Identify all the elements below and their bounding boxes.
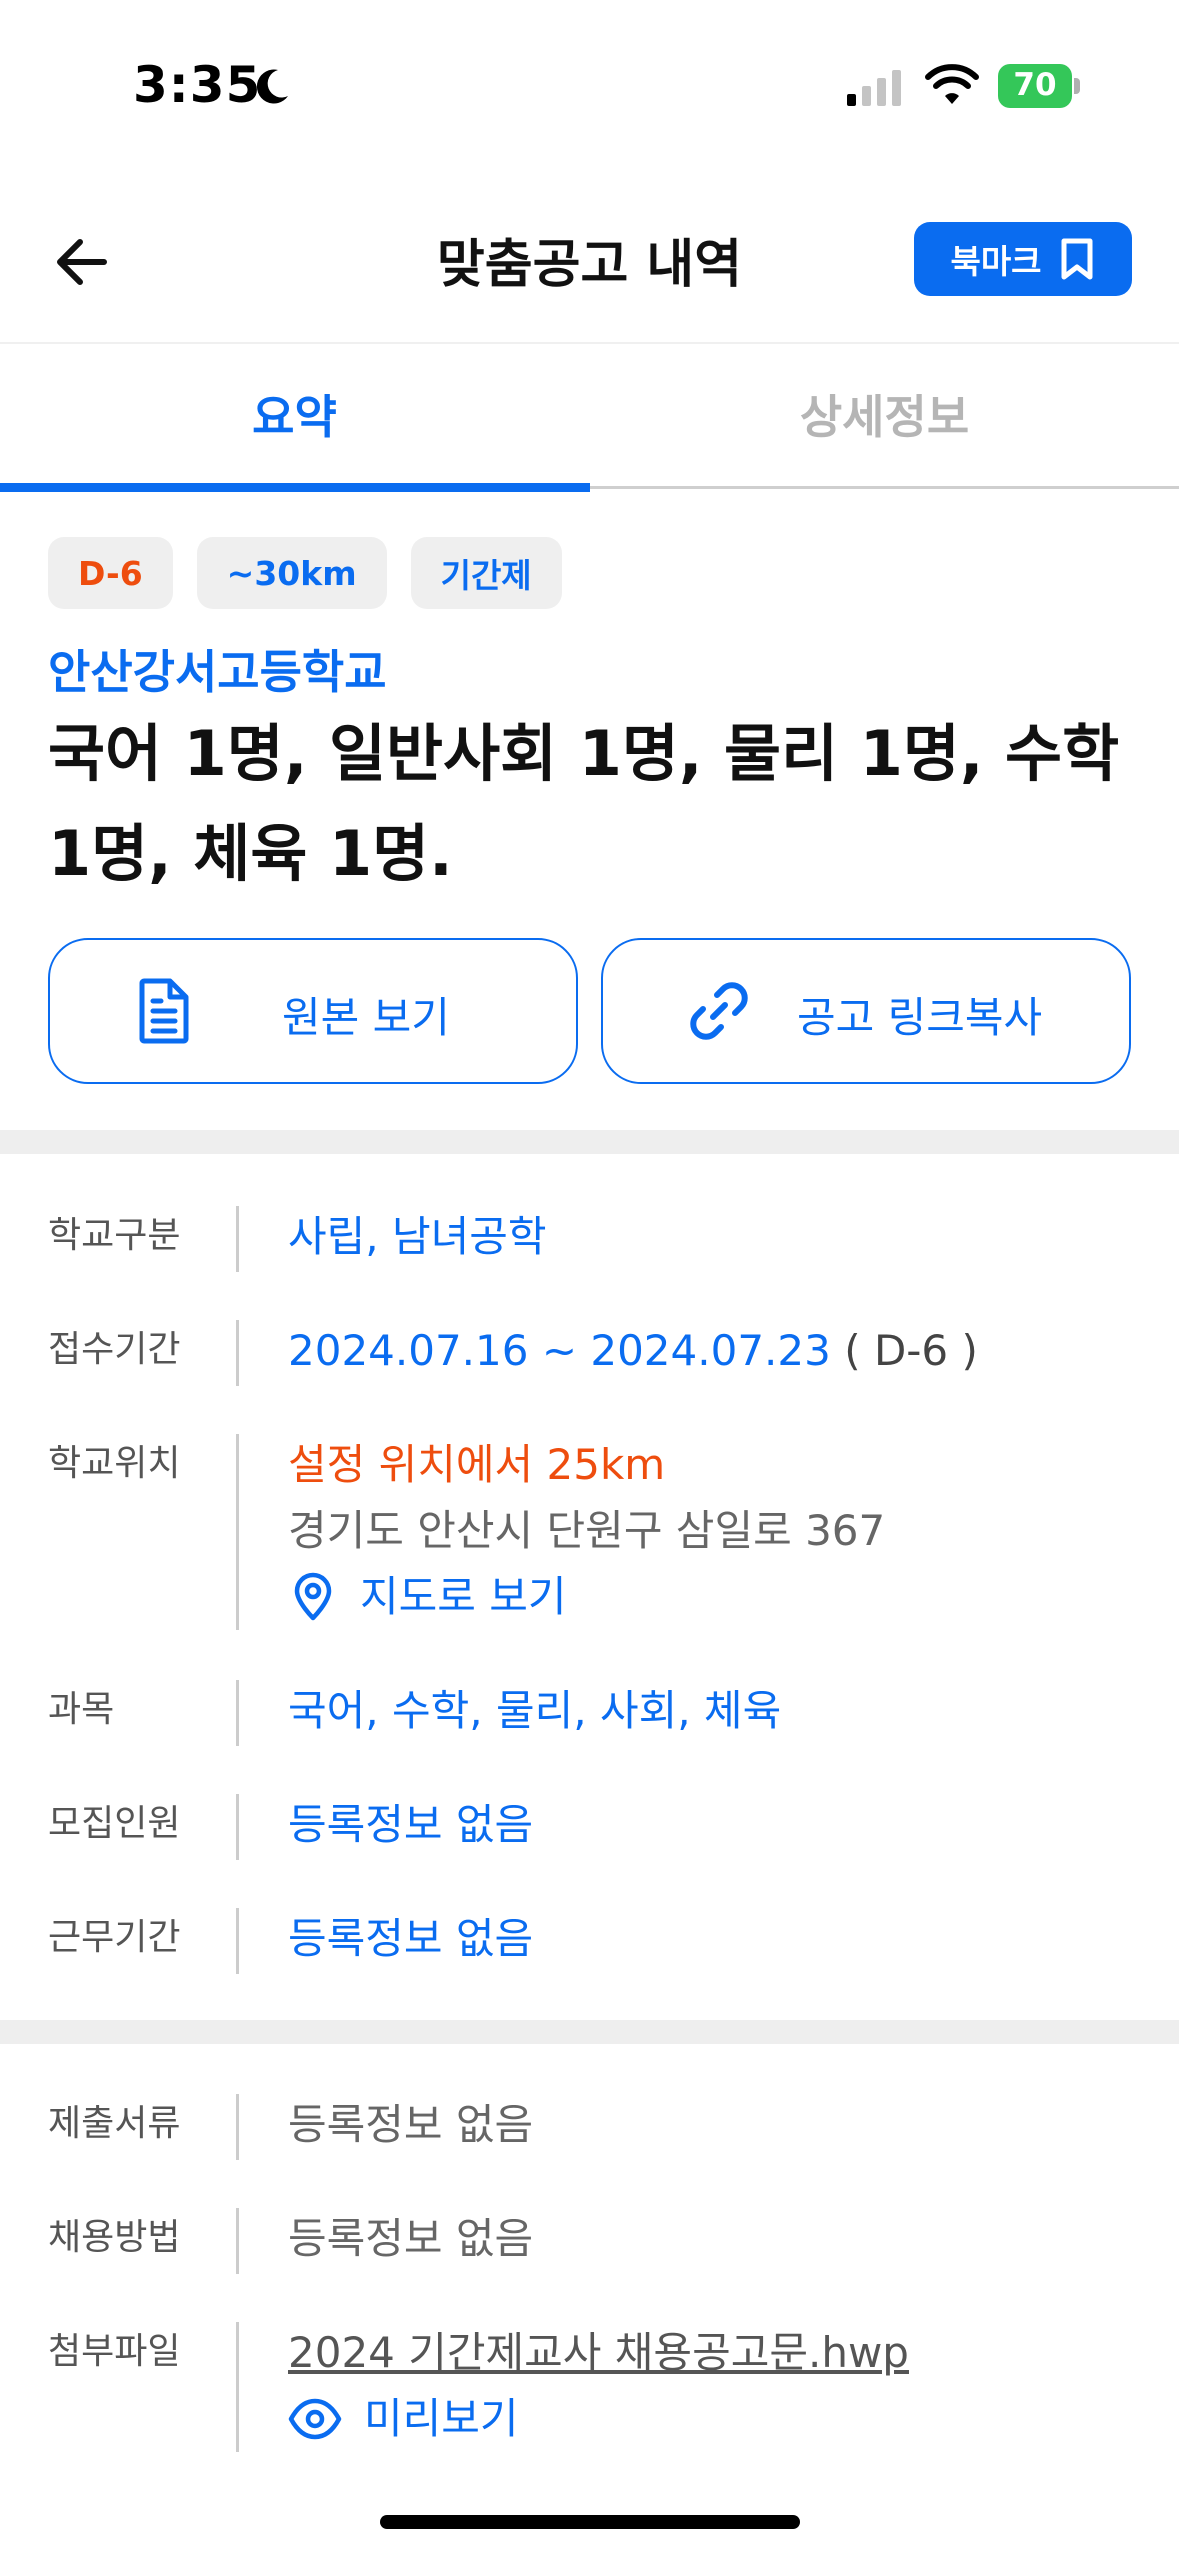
copy-link-label: 공고 링크복사 xyxy=(797,993,1043,1042)
view-map-link[interactable]: 지도로 보기 xyxy=(288,1564,885,1630)
period-value: 2024.07.16 ~ 2024.07.23 ( D-6 ) xyxy=(288,1318,978,1384)
subjects-value: 국어, 수학, 물리, 사회, 체육 xyxy=(288,1686,782,1735)
info-label: 근무기간 xyxy=(48,1917,181,1958)
eye-icon xyxy=(288,2398,342,2440)
preview-link[interactable]: 미리보기 xyxy=(288,2386,909,2452)
location-distance: 설정 위치에서 25km xyxy=(288,1440,666,1489)
documents-value: 등록정보 없음 xyxy=(288,2100,534,2149)
info-label: 접수기간 xyxy=(48,1329,181,1370)
row-separator xyxy=(236,1908,239,1974)
recruit-count-value: 등록정보 없음 xyxy=(288,1800,534,1849)
info-label: 과목 xyxy=(48,1689,115,1730)
status-bar: 3:35 70 xyxy=(0,0,1179,170)
school-type-value: 사립, 남녀공학 xyxy=(288,1212,547,1261)
job-type-badge: 기간제 xyxy=(410,537,562,609)
row-separator xyxy=(236,1206,239,1272)
bookmark-button[interactable]: 북마크 xyxy=(914,222,1132,296)
view-map-label: 지도로 보기 xyxy=(360,1572,567,1621)
distance-badge: ~30km xyxy=(196,537,387,609)
view-original-button[interactable]: 원본 보기 xyxy=(48,938,578,1084)
home-indicator[interactable] xyxy=(380,2515,800,2529)
location-value: 설정 위치에서 25km 경기도 안산시 단원구 삼일로 367 지도로 보기 xyxy=(288,1432,885,1630)
info-label: 제출서류 xyxy=(48,2103,181,2144)
period-dates: 2024.07.16 ~ 2024.07.23 xyxy=(288,1326,831,1375)
info-label: 모집인원 xyxy=(48,1803,181,1844)
bookmark-label: 북마크 xyxy=(950,242,1042,281)
battery-icon: 70 xyxy=(998,64,1080,108)
tab-bar: 요약 상세정보 xyxy=(0,344,1179,492)
section-divider xyxy=(0,1130,1179,1154)
section-divider xyxy=(0,2020,1179,2044)
row-separator xyxy=(236,2094,239,2160)
row-separator xyxy=(236,2322,239,2452)
hiring-method-value: 등록정보 없음 xyxy=(288,2214,534,2263)
row-separator xyxy=(236,1794,239,1860)
info-label: 학교위치 xyxy=(48,1443,181,1484)
wifi-icon xyxy=(925,64,979,104)
link-icon xyxy=(690,982,748,1040)
tab-detail-info[interactable]: 상세정보 xyxy=(590,344,1179,484)
work-period-value: 등록정보 없음 xyxy=(288,1914,534,1963)
active-tab-indicator xyxy=(0,483,590,492)
document-icon xyxy=(139,978,189,1044)
status-time: 3:35 xyxy=(133,56,262,114)
dday-badge: D-6 xyxy=(48,537,173,609)
row-separator xyxy=(236,1320,239,1386)
job-title: 국어 1명, 일반사회 1명, 물리 1명, 수학 1명, 체육 1명. xyxy=(48,717,1120,890)
row-separator xyxy=(236,1434,239,1630)
copy-link-button[interactable]: 공고 링크복사 xyxy=(601,938,1131,1084)
moon-icon xyxy=(256,69,288,104)
cellular-signal-icon xyxy=(847,70,901,106)
view-original-label: 원본 보기 xyxy=(282,993,450,1042)
tab-summary[interactable]: 요약 xyxy=(0,344,589,484)
tag-list: D-6 ~30km 기간제 xyxy=(48,537,562,609)
battery-level: 70 xyxy=(1013,67,1057,103)
row-separator xyxy=(236,1680,239,1746)
row-separator xyxy=(236,2208,239,2274)
info-label: 학교구분 xyxy=(48,1215,181,1256)
preview-label: 미리보기 xyxy=(364,2394,519,2443)
school-name: 안산강서고등학교 xyxy=(48,645,387,699)
header: 맞춤공고 내역 북마크 xyxy=(0,200,1179,340)
period-dday: ( D-6 ) xyxy=(844,1326,978,1375)
attachment-file-link[interactable]: 2024 기간제교사 채용공고문.hwp xyxy=(288,2320,909,2386)
location-address: 경기도 안산시 단원구 삼일로 367 xyxy=(288,1506,886,1555)
info-label: 첨부파일 xyxy=(48,2331,181,2372)
attachment-value: 2024 기간제교사 채용공고문.hwp 미리보기 xyxy=(288,2320,909,2452)
location-pin-icon xyxy=(294,1572,332,1621)
info-label: 채용방법 xyxy=(48,2217,181,2258)
bookmark-icon xyxy=(1061,238,1093,280)
